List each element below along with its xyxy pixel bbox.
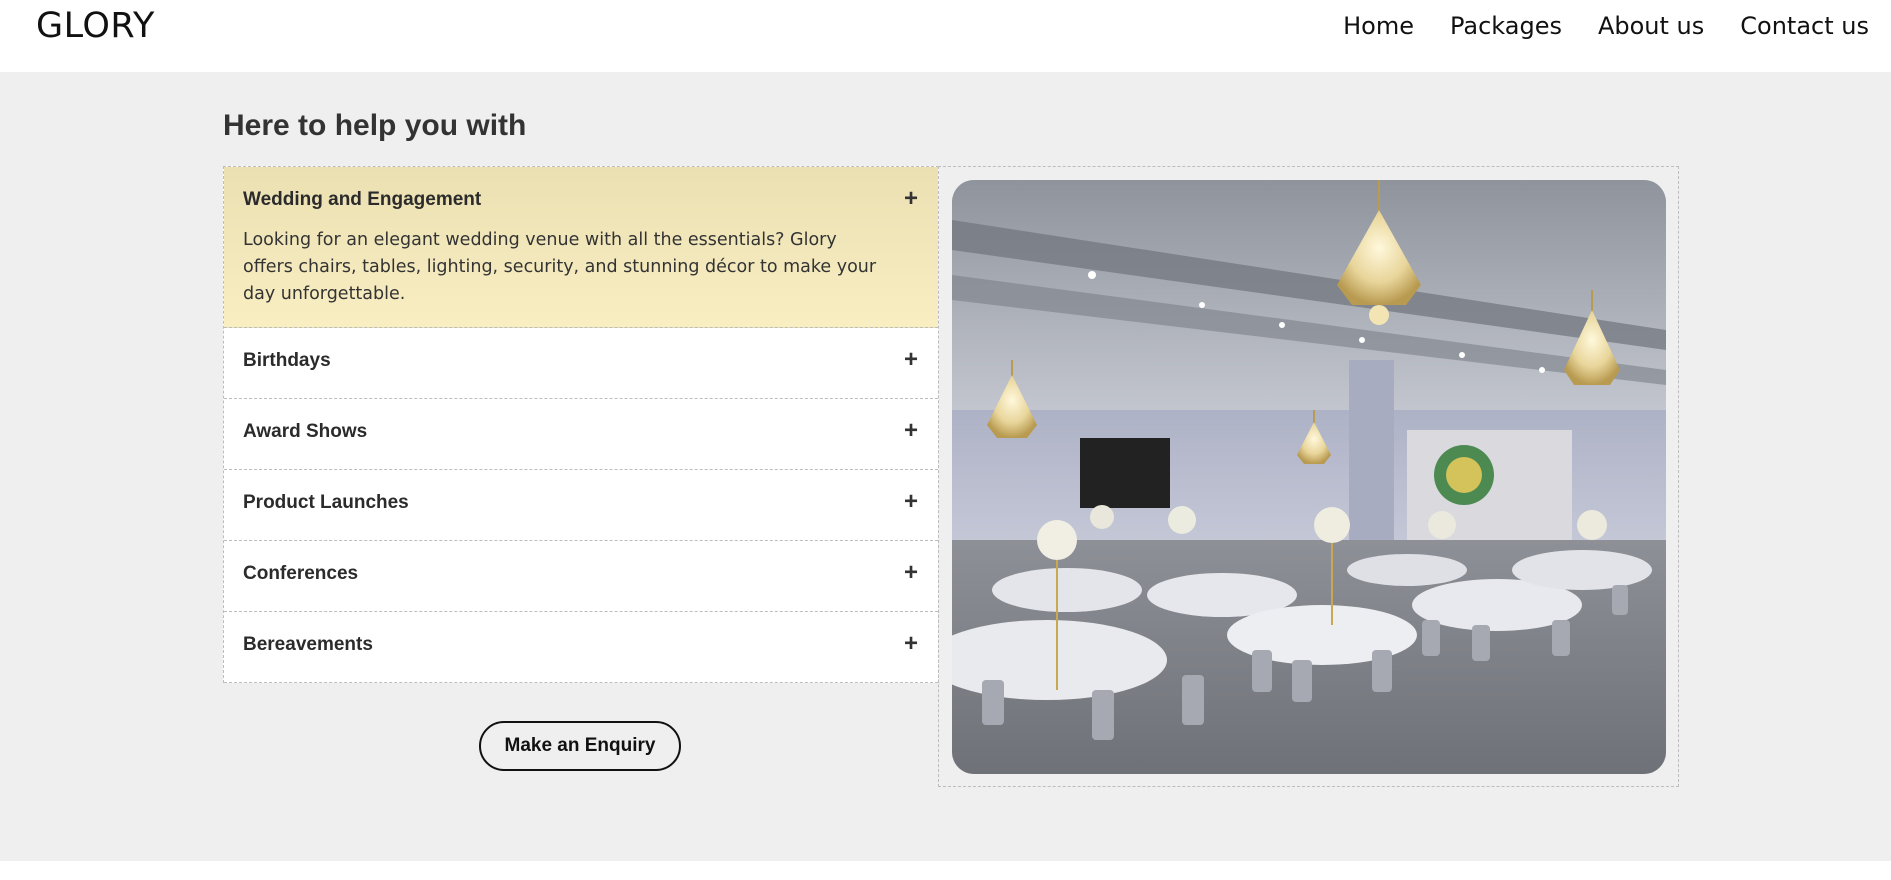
accordion-item-award-shows[interactable]: Award Shows + — [224, 399, 938, 470]
expand-plus-icon[interactable]: + — [904, 187, 918, 211]
section-heading: Here to help you with — [223, 109, 527, 142]
expand-plus-icon[interactable]: + — [904, 632, 918, 656]
venue-photo-frame — [938, 166, 1679, 787]
top-navbar: GLORY Home Packages About us Contact us — [0, 0, 1891, 72]
services-accordion: Wedding and Engagement + Looking for an … — [223, 166, 939, 683]
expand-plus-icon[interactable]: + — [904, 490, 918, 514]
accordion-item-body: Looking for an elegant wedding venue wit… — [243, 230, 877, 304]
site-logo[interactable]: GLORY — [36, 6, 155, 46]
accordion-item-title: Product Launches — [243, 492, 409, 513]
nav-home[interactable]: Home — [1343, 12, 1414, 40]
accordion-item-title: Birthdays — [243, 350, 331, 371]
accordion-item-bereavements[interactable]: Bereavements + — [224, 612, 938, 683]
expand-plus-icon[interactable]: + — [904, 419, 918, 443]
accordion-item-wedding[interactable]: Wedding and Engagement + Looking for an … — [224, 167, 938, 328]
venue-hall-photo — [952, 180, 1666, 774]
nav-contact-us[interactable]: Contact us — [1740, 12, 1869, 40]
make-enquiry-button[interactable]: Make an Enquiry — [479, 721, 681, 771]
services-section: Here to help you with Wedding and Engage… — [0, 72, 1891, 861]
expand-plus-icon[interactable]: + — [904, 348, 918, 372]
accordion-item-title: Bereavements — [243, 634, 373, 655]
banquet-hall-illustration — [952, 180, 1666, 774]
nav-packages[interactable]: Packages — [1450, 12, 1562, 40]
expand-plus-icon[interactable]: + — [904, 561, 918, 585]
nav-about-us[interactable]: About us — [1598, 12, 1704, 40]
accordion-item-title: Conferences — [243, 563, 359, 584]
accordion-item-conferences[interactable]: Conferences + — [224, 541, 938, 612]
accordion-item-product-launches[interactable]: Product Launches + — [224, 470, 938, 541]
accordion-item-title: Award Shows — [243, 421, 368, 442]
main-nav: Home Packages About us Contact us — [1343, 12, 1869, 40]
accordion-item-birthdays[interactable]: Birthdays + — [224, 328, 938, 399]
accordion-item-title: Wedding and Engagement — [243, 189, 482, 210]
